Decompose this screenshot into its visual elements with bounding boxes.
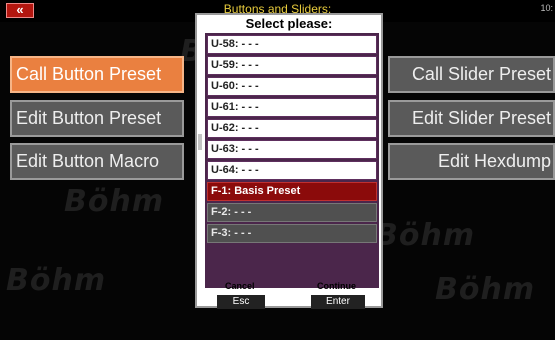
list-item[interactable]: U-58: - - - xyxy=(207,35,377,54)
edit-button-preset-button[interactable]: Edit Button Preset xyxy=(10,100,184,137)
call-button-preset-button[interactable]: Call Button Preset xyxy=(10,56,184,93)
watermark-logo: Böhm xyxy=(435,272,536,307)
list-item[interactable]: U-61: - - - xyxy=(207,98,377,117)
list-item[interactable]: U-59: - - - xyxy=(207,56,377,75)
watermark-logo: Böhm xyxy=(64,184,165,219)
watermark-logo: Böhm xyxy=(6,263,107,298)
select-dialog: Select please: U-58: - - - U-59: - - - U… xyxy=(195,13,383,309)
list-item[interactable]: U-64: - - - xyxy=(207,161,377,180)
clock: 10: xyxy=(540,3,553,13)
dialog-title: Select please: xyxy=(245,16,333,31)
list-item[interactable]: F-2: - - - xyxy=(207,203,377,222)
scrollbar-thumb[interactable] xyxy=(198,134,202,150)
list-item[interactable]: F-3: - - - xyxy=(207,224,377,243)
call-slider-preset-button[interactable]: Call Slider Preset xyxy=(388,56,555,93)
cancel-label: Cancel xyxy=(225,281,255,291)
edit-button-macro-button[interactable]: Edit Button Macro xyxy=(10,143,184,180)
list-item-selected[interactable]: F-1: Basis Preset xyxy=(207,182,377,201)
edit-hexdump-button[interactable]: Edit Hexdump xyxy=(388,143,555,180)
watermark-logo: Böhm xyxy=(375,218,476,253)
list-item[interactable]: U-62: - - - xyxy=(207,119,377,138)
preset-list[interactable]: U-58: - - - U-59: - - - U-60: - - - U-61… xyxy=(205,33,379,288)
esc-button[interactable]: Esc xyxy=(217,295,265,309)
list-item[interactable]: U-60: - - - xyxy=(207,77,377,96)
list-item[interactable]: U-63: - - - xyxy=(207,140,377,159)
continue-label: Continue xyxy=(317,281,356,291)
enter-button[interactable]: Enter xyxy=(311,295,365,309)
edit-slider-preset-button[interactable]: Edit Slider Preset xyxy=(388,100,555,137)
